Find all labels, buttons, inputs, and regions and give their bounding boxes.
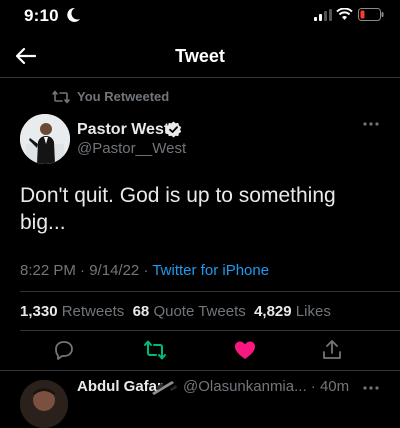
cellular-signal-icon — [314, 9, 332, 21]
reply-icon[interactable] — [52, 338, 76, 362]
battery-low-icon — [358, 8, 384, 21]
meta-separator: · — [143, 262, 149, 279]
tweet-stats: 1,330 Retweets 68 Quote Tweets 4,829 Lik… — [20, 303, 331, 320]
like-heart-icon[interactable] — [233, 338, 257, 362]
divider — [0, 370, 400, 371]
wifi-icon — [336, 8, 353, 20]
divider — [20, 291, 400, 292]
more-options-icon[interactable] — [362, 119, 380, 129]
likes-label: Likes — [295, 303, 331, 320]
retweets-label: Retweets — [61, 303, 125, 320]
share-icon[interactable] — [320, 338, 344, 362]
tweet-source-link[interactable]: Twitter for iPhone — [152, 262, 269, 279]
reply-author-handle[interactable]: @Olasunkanmia... — [183, 378, 307, 395]
author-avatar[interactable] — [20, 114, 70, 164]
retweet-icon[interactable] — [143, 338, 167, 362]
reply-author-avatar[interactable] — [20, 380, 68, 428]
tweet-text: Don't quit. God is up to something big..… — [20, 184, 336, 234]
ninja-emoji-icon — [152, 381, 177, 395]
reply-handle-and-age: @Olasunkanmia... · 40m — [183, 378, 349, 395]
quote-tweets-stat[interactable]: 68 Quote Tweets — [133, 303, 246, 320]
likes-stat[interactable]: 4,829 Likes — [254, 303, 331, 320]
status-time: 9:10 — [24, 6, 59, 25]
tweet-time: 8:22 PM — [20, 262, 76, 279]
reply-age: 40m — [319, 378, 350, 395]
avatar-portrait-image — [20, 114, 70, 164]
likes-count: 4,829 — [254, 303, 292, 320]
retweets-stat[interactable]: 1,330 Retweets — [20, 303, 124, 320]
quote-tweets-label: Quote Tweets — [153, 303, 246, 320]
retweets-count: 1,330 — [20, 303, 58, 320]
page-title: Tweet — [175, 46, 225, 66]
meta-separator: · — [80, 262, 86, 279]
verified-badge-icon — [165, 121, 182, 138]
retweet-small-icon — [52, 90, 70, 104]
more-options-icon[interactable] — [362, 383, 380, 393]
meta-separator: · — [310, 378, 316, 395]
author-handle[interactable]: @Pastor__West — [77, 140, 186, 157]
tweet-date: 9/14/22 — [89, 262, 140, 279]
avatar-portrait-image — [20, 380, 68, 428]
retweeted-label: You Retweeted — [77, 89, 170, 104]
tweet-meta: 8:22 PM · 9/14/22 · Twitter for iPhone — [20, 262, 269, 279]
quote-tweets-count: 68 — [132, 303, 150, 320]
author-name[interactable]: Pastor West — [77, 121, 169, 139]
header-divider — [0, 77, 400, 78]
divider — [20, 330, 400, 331]
do-not-disturb-moon-icon — [67, 7, 80, 22]
